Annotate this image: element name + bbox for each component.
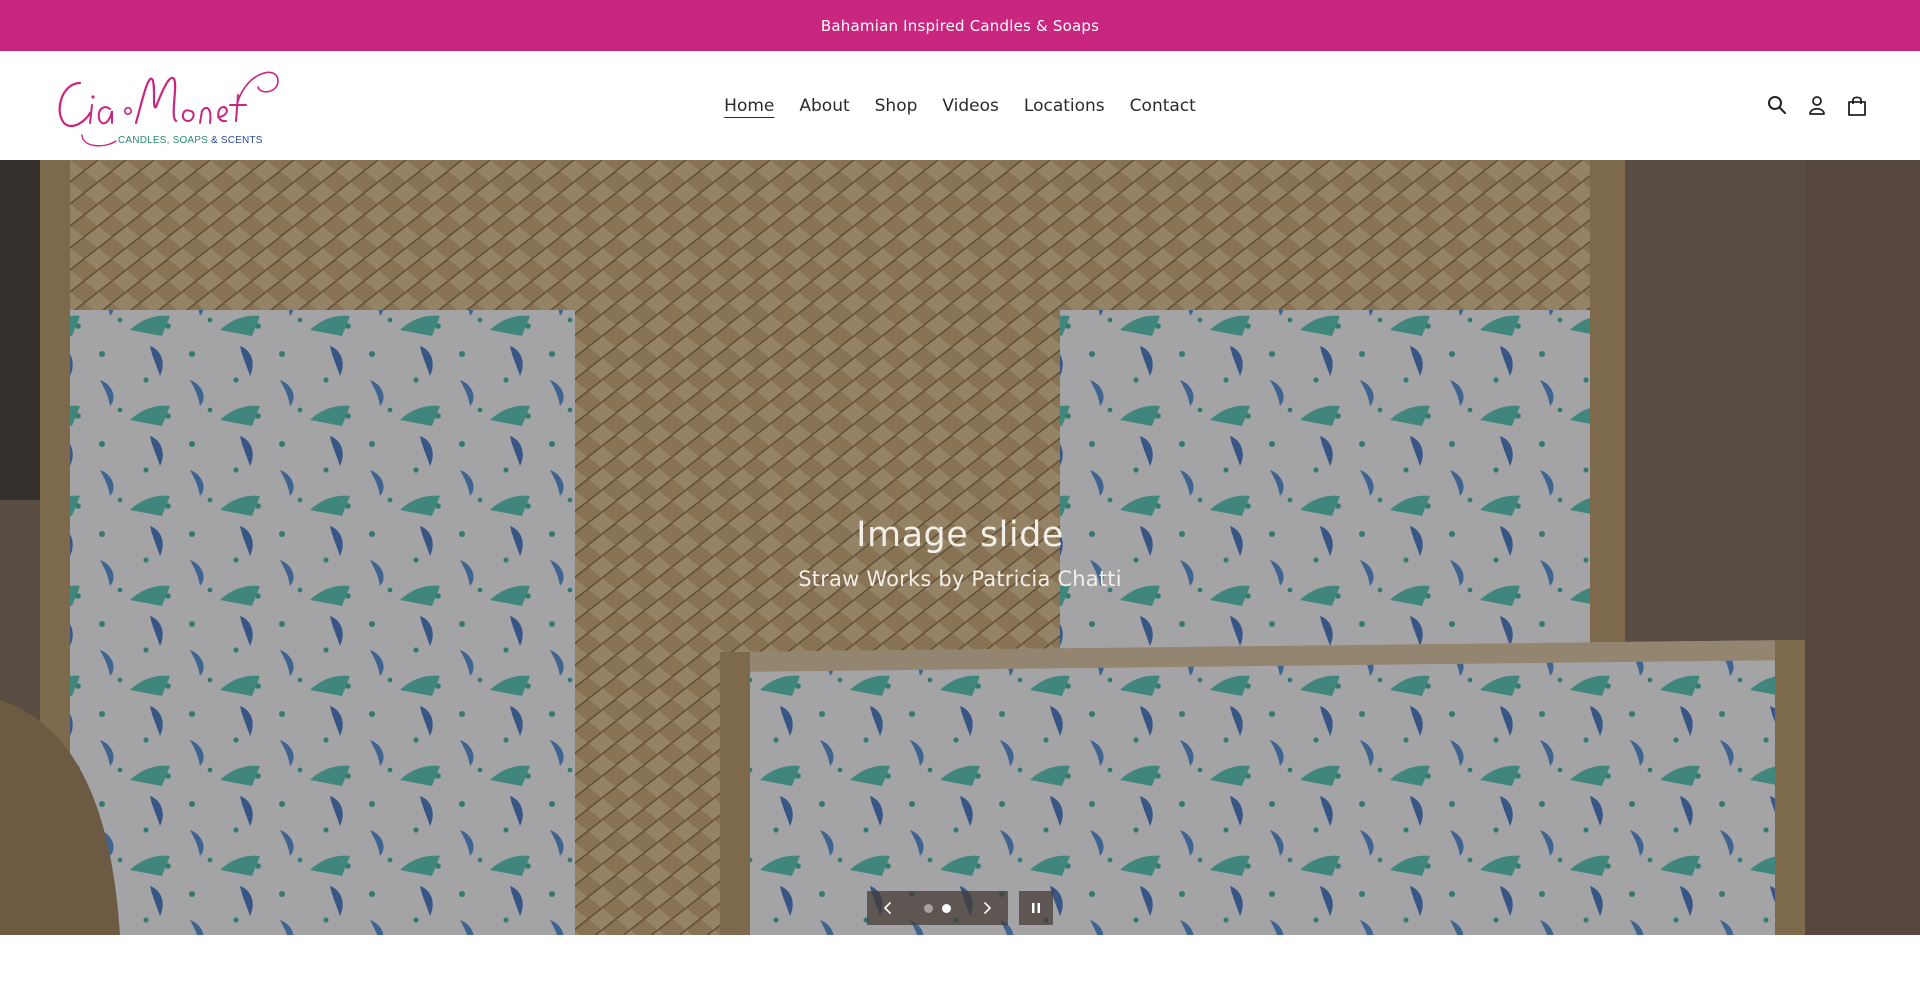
next-slide-button[interactable] — [978, 898, 996, 918]
site-header: CANDLES, SOAPS & SCENTS Home About Shop … — [0, 51, 1920, 160]
nav-videos[interactable]: Videos — [942, 90, 999, 122]
account-icon[interactable] — [1806, 93, 1828, 117]
nav-contact[interactable]: Contact — [1130, 90, 1196, 122]
logo-tagline-part-2: & SCENTS — [208, 135, 263, 146]
announcement-bar: Bahamian Inspired Candles & Soaps — [0, 0, 1920, 51]
main-nav: Home About Shop Videos Locations Contact — [0, 51, 1920, 160]
hero-content: Image slide Straw Works by Patricia Chat… — [0, 515, 1920, 591]
slide-dots — [924, 903, 951, 913]
slide-dot-1[interactable] — [924, 903, 933, 913]
pause-slideshow-button[interactable] — [1019, 891, 1053, 925]
chevron-left-icon — [884, 902, 891, 914]
cart-icon[interactable] — [1846, 93, 1868, 117]
hero-subtitle: Straw Works by Patricia Chatti — [798, 567, 1122, 591]
brand-logo[interactable]: CANDLES, SOAPS & SCENTS — [52, 61, 284, 149]
nav-about[interactable]: About — [799, 90, 849, 122]
hero-slideshow: Image slide Straw Works by Patricia Chat… — [0, 160, 1920, 935]
logo-tagline-part-1: CANDLES, SOAPS — [118, 135, 209, 146]
previous-slide-button[interactable] — [879, 898, 897, 918]
hero-title: Image slide — [856, 515, 1064, 555]
search-icon[interactable] — [1766, 93, 1788, 117]
chevron-right-icon — [984, 902, 991, 914]
slider-controls — [867, 891, 1008, 925]
announcement-text: Bahamian Inspired Candles & Soaps — [820, 16, 1100, 35]
slide-dot-2[interactable] — [942, 903, 951, 913]
pause-icon — [1032, 903, 1040, 913]
nav-locations[interactable]: Locations — [1024, 90, 1105, 122]
nav-home[interactable]: Home — [724, 90, 774, 122]
logo-tagline: CANDLES, SOAPS & SCENTS — [118, 135, 263, 146]
nav-shop[interactable]: Shop — [875, 90, 918, 122]
header-icons — [1766, 89, 1868, 121]
